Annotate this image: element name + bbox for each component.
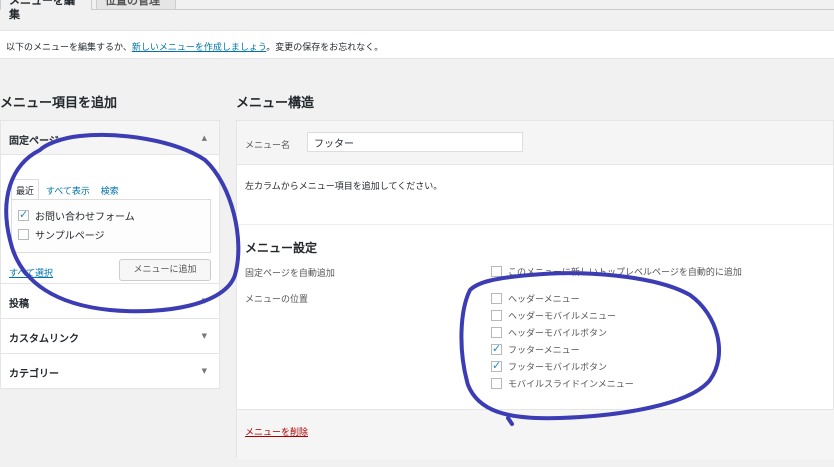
location-option-label: ヘッダーモバイルメニュー bbox=[508, 311, 617, 322]
expand-arrow-icon[interactable]: ▼ bbox=[202, 367, 207, 375]
create-menu-link[interactable]: 新しいメニューを作成しましょう bbox=[132, 43, 266, 53]
menu-name-input[interactable] bbox=[307, 132, 523, 152]
auto-add-label: 固定ページを自動追加 bbox=[245, 269, 335, 279]
accordion-label-categories: カテゴリー bbox=[9, 369, 59, 380]
tab-manage-locations[interactable]: 位置の管理 bbox=[96, 0, 176, 10]
accordion-label-pages: 固定ページ bbox=[9, 136, 59, 147]
location-option-label: ヘッダーメニュー bbox=[508, 294, 580, 305]
checkbox[interactable] bbox=[491, 292, 502, 304]
checkbox[interactable] bbox=[491, 309, 502, 321]
accordion-head-categories[interactable]: カテゴリー ▼ bbox=[1, 354, 219, 388]
checklist-item[interactable]: お問い合わせフォーム bbox=[18, 206, 204, 225]
checklist-item[interactable]: サンプルページ bbox=[18, 225, 204, 244]
location-option[interactable]: ヘッダーモバイルボタン bbox=[491, 324, 607, 340]
accordion-section-categories: カテゴリー ▼ bbox=[1, 353, 219, 388]
accordion-label-custom-links: カスタムリンク bbox=[9, 334, 79, 345]
checkbox-checked[interactable] bbox=[491, 342, 502, 355]
accordion-head-custom-links[interactable]: カスタムリンク ▼ bbox=[1, 319, 219, 353]
manage-menus-bar: 以下のメニューを編集するか、新しいメニューを作成しましょう。変更の保存をお忘れな… bbox=[0, 30, 834, 59]
accordion-label-posts: 投稿 bbox=[9, 299, 29, 310]
add-items-accordion: 固定ページ ▲ 最近 すべて表示 検索 お問い合わせフォーム サンプルページ す… bbox=[0, 120, 220, 389]
sub-tab-search[interactable]: 検索 bbox=[97, 180, 123, 201]
location-option[interactable]: ヘッダーメニュー bbox=[491, 290, 580, 306]
collapse-arrow-icon[interactable]: ▲ bbox=[202, 134, 207, 142]
menu-edit-panel: メニュー名 左カラムからメニュー項目を追加してください。 メニュー設定 固定ペー… bbox=[236, 120, 834, 459]
location-option-label: モバイルスライドインメニュー bbox=[508, 379, 634, 390]
select-all-link[interactable]: すべて選択 bbox=[9, 266, 53, 279]
menu-structure-title: メニュー構造 bbox=[236, 96, 315, 111]
menu-instruction: 左カラムからメニュー項目を追加してください。 bbox=[245, 182, 443, 192]
manage-suffix: 。変更の保存をお忘れなく。 bbox=[266, 43, 384, 53]
auto-add-option-label: このメニューに新しいトップレベルページを自動的に追加 bbox=[508, 267, 742, 278]
accordion-section-custom-links: カスタムリンク ▼ bbox=[1, 318, 219, 353]
checklist-item-label: サンプルページ bbox=[35, 231, 105, 242]
menu-footer: メニューを削除 bbox=[237, 409, 834, 459]
checkbox[interactable] bbox=[491, 377, 502, 389]
checklist-item-label: お問い合わせフォーム bbox=[35, 212, 135, 223]
checkbox[interactable] bbox=[18, 229, 29, 240]
delete-menu-link[interactable]: メニューを削除 bbox=[245, 425, 308, 438]
accordion-section-pages: 固定ページ ▲ 最近 すべて表示 検索 お問い合わせフォーム サンプルページ す… bbox=[1, 121, 219, 283]
checkbox[interactable] bbox=[491, 326, 502, 338]
divider bbox=[237, 224, 834, 225]
location-option[interactable]: フッターモバイルボタン bbox=[491, 358, 607, 374]
checkbox[interactable] bbox=[491, 265, 502, 277]
pages-panel: 最近 すべて表示 検索 お問い合わせフォーム サンプルページ すべて選択 メニュ… bbox=[1, 155, 219, 283]
add-menu-items-title: メニュー項目を追加 bbox=[0, 96, 118, 111]
expand-arrow-icon[interactable]: ▼ bbox=[202, 332, 207, 340]
location-option-label: フッターモバイルボタン bbox=[508, 362, 608, 373]
page-checklist: お問い合わせフォーム サンプルページ bbox=[11, 199, 211, 253]
location-option-label: ヘッダーモバイルボタン bbox=[508, 328, 608, 339]
accordion-head-posts[interactable]: 投稿 ▼ bbox=[1, 284, 219, 318]
auto-add-option[interactable]: このメニューに新しいトップレベルページを自動的に追加 bbox=[491, 263, 742, 279]
checkbox-checked[interactable] bbox=[18, 208, 29, 221]
location-option[interactable]: フッターメニュー bbox=[491, 341, 580, 357]
menu-location-label: メニューの位置 bbox=[245, 295, 309, 305]
menu-name-label: メニュー名 bbox=[245, 141, 291, 151]
menu-settings-title: メニュー設定 bbox=[245, 241, 318, 255]
sub-tab-view-all[interactable]: すべて表示 bbox=[42, 180, 94, 201]
tab-edit-menus[interactable]: メニューを編集 bbox=[0, 0, 92, 21]
location-option[interactable]: ヘッダーモバイルメニュー bbox=[491, 307, 616, 323]
location-option[interactable]: モバイルスライドインメニュー bbox=[491, 375, 634, 391]
expand-arrow-icon[interactable]: ▼ bbox=[202, 297, 207, 305]
menu-name-header: メニュー名 bbox=[237, 121, 833, 165]
checkbox-checked[interactable] bbox=[491, 359, 502, 372]
location-option-label: フッターメニュー bbox=[508, 345, 580, 356]
accordion-head-pages[interactable]: 固定ページ ▲ bbox=[1, 121, 219, 155]
accordion-section-posts: 投稿 ▼ bbox=[1, 283, 219, 318]
add-to-menu-button[interactable]: メニューに追加 bbox=[119, 259, 211, 281]
manage-prefix: 以下のメニューを編集するか、 bbox=[6, 43, 132, 53]
